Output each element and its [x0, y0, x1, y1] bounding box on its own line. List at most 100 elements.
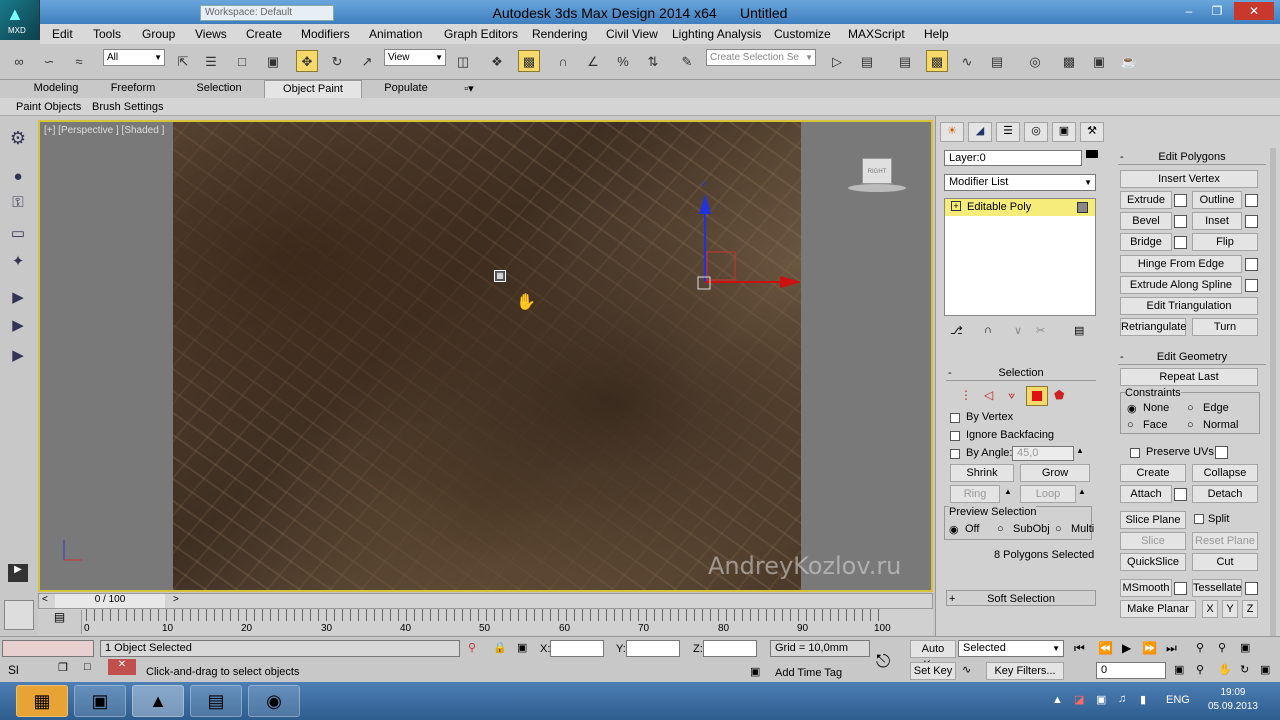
loop-button[interactable]: Loop [1020, 485, 1076, 503]
turn-button[interactable]: Turn [1192, 318, 1258, 336]
go-to-end-icon[interactable]: ⏭ [1166, 641, 1177, 656]
layer-manager-icon[interactable]: ▤ [894, 50, 916, 72]
motion-tab-icon[interactable]: ◎ [1024, 122, 1048, 142]
menu-group[interactable]: Group [142, 27, 175, 41]
percent-snap-icon[interactable]: % [612, 50, 634, 72]
reset-plane-button[interactable]: Reset Plane [1192, 532, 1258, 550]
attach-settings-icon[interactable] [1174, 488, 1187, 501]
maxscript-tab[interactable]: Sl [8, 663, 19, 677]
pivot-center-icon[interactable]: ◫ [452, 50, 474, 72]
make-unique-icon[interactable]: ∨ [1014, 324, 1022, 337]
stack-item-toggle-icon[interactable] [1077, 202, 1088, 213]
outline-button[interactable]: Outline [1192, 191, 1242, 209]
layer-field[interactable]: Layer:0 [944, 150, 1082, 166]
bridge-button[interactable]: Bridge [1120, 233, 1172, 251]
polygon-mode-icon[interactable] [1026, 386, 1048, 406]
render-setup-icon[interactable]: ▩ [1058, 50, 1080, 72]
menu-tools[interactable]: Tools [93, 27, 121, 41]
zoom-icon[interactable]: ⚲ [1196, 641, 1204, 654]
zoom-all-icon[interactable]: ⚲ [1218, 641, 1226, 654]
move-icon[interactable]: ✥ [296, 50, 318, 72]
3dsmax-taskbar-icon[interactable]: ▲ [132, 685, 184, 717]
slice-button[interactable]: Slice [1120, 532, 1186, 550]
go-to-start-icon[interactable]: ⏮ [1074, 641, 1085, 656]
menu-help[interactable]: Help [924, 27, 949, 41]
multi-radio-icon[interactable]: ○ [1055, 523, 1062, 535]
tray-expand-icon[interactable]: ▲ [1052, 694, 1063, 706]
playback-next-icon[interactable]: ▶ [6, 316, 30, 338]
key-filters-button[interactable]: Key Filters... [986, 662, 1064, 680]
angle-spinner-icon[interactable]: ▲ [1076, 446, 1084, 455]
ring-button[interactable]: Ring [950, 485, 1000, 503]
time-tag-icon[interactable]: ▣ [750, 665, 760, 678]
system-clock[interactable]: 19:09 05.09.2013 [1208, 686, 1258, 714]
menu-animation[interactable]: Animation [369, 27, 422, 41]
menu-graph-editors[interactable]: Graph Editors [444, 27, 518, 41]
menu-rendering[interactable]: Rendering [532, 27, 587, 41]
maxscript-listener[interactable] [2, 640, 94, 657]
subobj-radio-icon[interactable]: ○ [997, 523, 1004, 535]
zoom-extents-icon[interactable]: ▣ [1240, 641, 1250, 654]
workspace-selector[interactable]: Workspace: Default [200, 5, 334, 21]
element-mode-icon[interactable]: ⬟ [1054, 388, 1064, 402]
time-config-icon[interactable]: ▣ [1174, 663, 1184, 676]
rendered-frame-icon[interactable]: ▣ [1088, 50, 1110, 72]
panel-scrollbar[interactable] [1270, 148, 1276, 636]
start-button-icon[interactable]: ▦ [16, 685, 68, 717]
named-selection-dropdown[interactable]: Create Selection Se ▼ [706, 49, 816, 66]
helper-icon[interactable]: ✦ [6, 252, 30, 274]
make-planar-z-button[interactable]: Z [1242, 600, 1258, 618]
modifier-list-dropdown[interactable]: Modifier List ▼ [944, 174, 1096, 191]
stack-item-editable-poly[interactable]: + Editable Poly [945, 199, 1095, 216]
chrome-icon[interactable]: ◉ [248, 685, 300, 717]
maximize-viewport-icon[interactable]: ▣ [1260, 663, 1270, 676]
rect-selection-icon[interactable]: □ [231, 50, 253, 72]
tab-freeform[interactable]: Freeform [98, 82, 168, 94]
zoom-region-icon[interactable]: ⚲ [1196, 663, 1204, 676]
configure-sets-icon[interactable]: ▤ [1074, 324, 1084, 337]
edit-polygons-rollout-header[interactable]: - Edit Polygons [1118, 149, 1266, 165]
explorer-icon[interactable]: ▣ [74, 685, 126, 717]
flip-button[interactable]: Flip [1192, 233, 1258, 251]
close-button[interactable]: ✕ [1234, 2, 1274, 20]
tray-device-icon[interactable]: ▣ [1096, 693, 1106, 706]
scale-icon[interactable]: ↗ [356, 50, 378, 72]
key-filter-icon[interactable]: ∿ [962, 663, 971, 676]
menu-modifiers[interactable]: Modifiers [301, 27, 350, 41]
reference-coord-dropdown[interactable]: View ▼ [384, 49, 446, 66]
menu-customize[interactable]: Customize [774, 27, 831, 41]
vertex-mode-icon[interactable]: ⋮ [960, 388, 972, 402]
orbit-icon[interactable]: ↻ [1240, 663, 1249, 676]
perspective-viewport[interactable]: [+] [Perspective ] [Shaded ] z ▦ ✋ RIGHT… [38, 120, 933, 592]
menu-maxscript[interactable]: MAXScript [848, 27, 905, 41]
shirt-icon[interactable]: ⚿ [6, 194, 30, 216]
gizmo-plane[interactable] [706, 251, 736, 281]
grow-button[interactable]: Grow [1020, 464, 1090, 482]
bind-spacewarp-icon[interactable]: ≈ [68, 50, 90, 72]
bevel-settings-icon[interactable] [1174, 215, 1187, 228]
display-tab-icon[interactable]: ▣ [1052, 122, 1076, 142]
time-slider-thumb[interactable]: 0 / 100 [55, 594, 165, 608]
restore-icon[interactable]: ❐ [58, 661, 68, 674]
outline-settings-icon[interactable] [1245, 194, 1258, 207]
menu-lighting-analysis[interactable]: Lighting Analysis [672, 27, 761, 41]
curve-editor-icon[interactable]: ∿ [956, 50, 978, 72]
tab-modeling[interactable]: Modeling [14, 82, 98, 94]
bridge-settings-icon[interactable] [1174, 236, 1187, 249]
tab-object-paint[interactable]: Object Paint [264, 80, 362, 98]
transform-gizmo[interactable]: z [680, 172, 800, 302]
link-icon[interactable]: ∞ [8, 50, 30, 72]
msmooth-button[interactable]: MSmooth [1120, 579, 1172, 597]
menu-views[interactable]: Views [195, 27, 227, 41]
sphere-icon[interactable]: ● [6, 168, 30, 190]
lock-icon[interactable]: 🔒 [493, 641, 507, 654]
repeat-last-button[interactable]: Repeat Last [1120, 368, 1258, 386]
extrude-button[interactable]: Extrude [1120, 191, 1172, 209]
unlink-icon[interactable]: ∽ [38, 50, 60, 72]
viewcube-face[interactable]: RIGHT [862, 158, 892, 184]
playback-end-icon[interactable]: ▶ [6, 346, 30, 368]
rotate-icon[interactable]: ↻ [326, 50, 348, 72]
keyboard-shortcut-icon[interactable]: ▩ [518, 50, 540, 72]
key-icon[interactable]: ⎋ [876, 651, 890, 672]
track-bar[interactable]: ▤ 0 10 20 30 40 50 60 70 80 90 100 [38, 609, 933, 635]
